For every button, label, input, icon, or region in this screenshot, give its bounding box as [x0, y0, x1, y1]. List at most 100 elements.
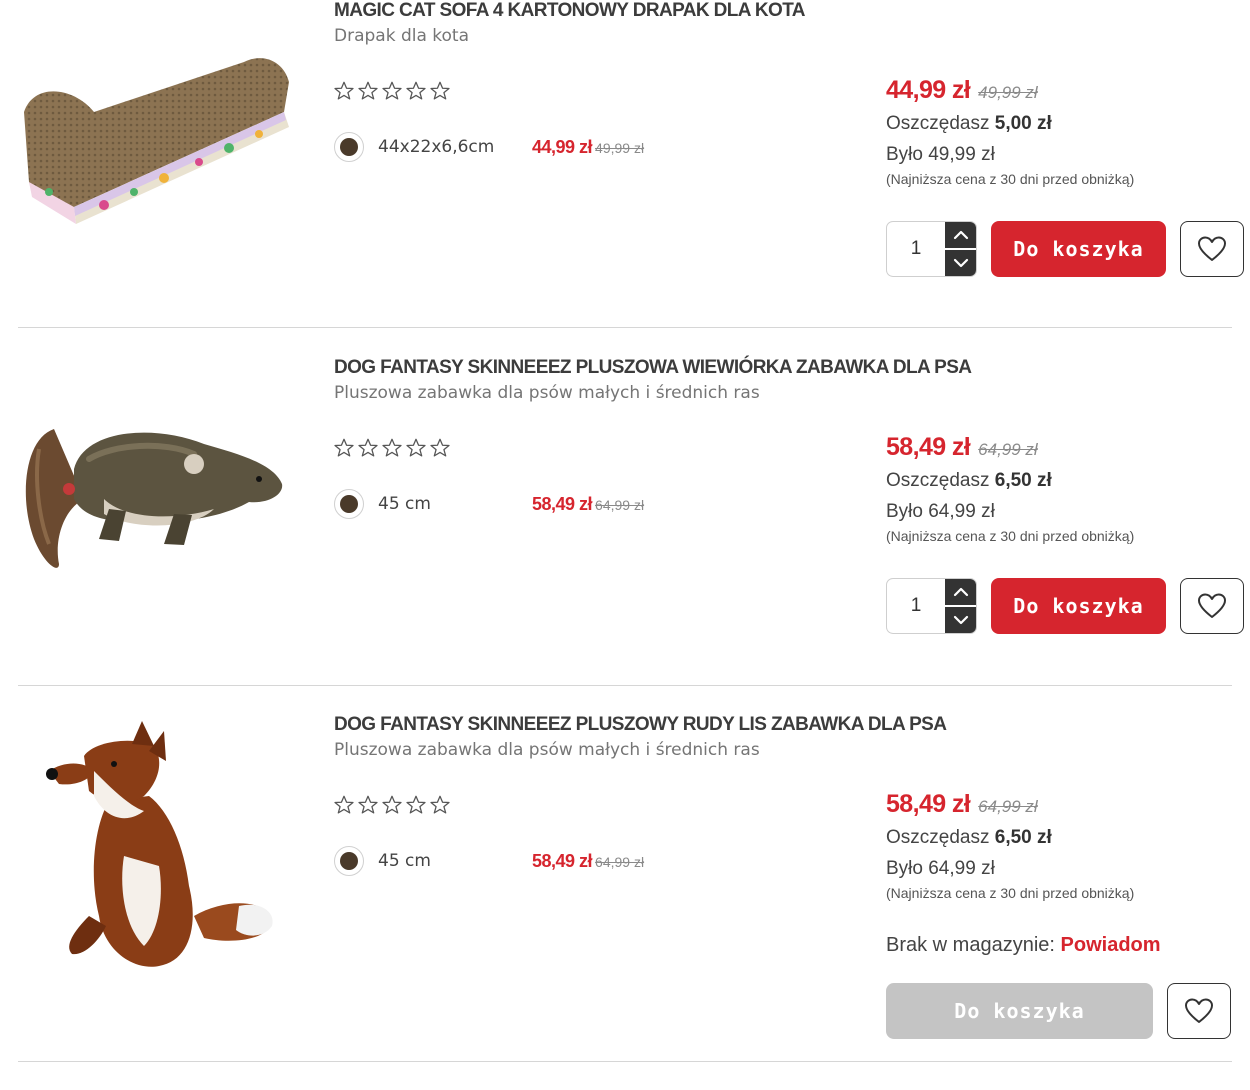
rating-stars[interactable] [333, 794, 451, 816]
price-box: 44,99 zł 49,99 zł Oszczędasz 5,00 zł Było… [886, 76, 1134, 187]
previous-price: Było 64,99 zł [886, 501, 995, 522]
product-image-fox[interactable] [14, 716, 294, 996]
variant-current-price: 44,99 zł [532, 136, 593, 157]
old-price: 64,99 zł [978, 797, 1038, 816]
notify-me-link[interactable]: Powiadom [1061, 934, 1161, 956]
variant-option[interactable]: 45 cm 58,49 zł 64,99 zł [334, 489, 644, 519]
quantity-decrease-button[interactable] [945, 607, 976, 633]
price-value: 44,99 zł [886, 76, 971, 104]
quantity-input[interactable] [887, 579, 945, 633]
star-icon [405, 437, 427, 459]
star-icon [381, 794, 403, 816]
variant-option[interactable]: 45 cm 58,49 zł 64,99 zł [334, 846, 644, 876]
price-box: 58,49 zł 64,99 zł Oszczędasz 6,50 zł Było… [886, 790, 1134, 901]
add-to-wishlist-button[interactable] [1180, 221, 1244, 277]
star-icon [333, 794, 355, 816]
star-icon [405, 794, 427, 816]
out-of-stock-notice: Brak w magazynie: Powiadom [886, 934, 1161, 957]
chevron-up-icon [953, 587, 969, 597]
lowest-price-note: (Najniższa cena z 30 dni przed obniżką) [886, 885, 1135, 901]
current-price: 58,49 zł 64,99 zł [886, 433, 1134, 462]
divider [18, 1061, 1232, 1062]
chevron-down-icon [953, 615, 969, 625]
product-title[interactable]: DOG FANTASY SKINNEEEZ PLUSZOWA WIEWIÓRKA… [334, 357, 972, 379]
savings-value: 6,50 zł [994, 470, 1052, 491]
savings-label: Oszczędasz [886, 470, 990, 491]
quantity-increase-button[interactable] [945, 579, 976, 605]
variant-radio[interactable] [334, 132, 364, 162]
product-title[interactable]: MAGIC CAT SOFA 4 KARTONOWY DRAPAK DLA KO… [334, 0, 806, 22]
product-image-cat-scratcher[interactable] [14, 2, 294, 282]
previous-price: Było 49,99 zł [886, 144, 995, 165]
price-value: 58,49 zł [886, 433, 971, 461]
old-price: 49,99 zł [978, 83, 1038, 102]
add-to-cart-button[interactable]: Do koszyka [991, 221, 1166, 277]
product-image-squirrel[interactable] [14, 359, 294, 639]
current-price: 58,49 zł 64,99 zł [886, 790, 1134, 819]
star-icon [429, 80, 451, 102]
product-title[interactable]: DOG FANTASY SKINNEEEZ PLUSZOWY RUDY LIS … [334, 714, 947, 736]
variant-current-price: 58,49 zł [532, 850, 593, 871]
price-box: 58,49 zł 64,99 zł Oszczędasz 6,50 zł Było… [886, 433, 1134, 544]
quantity-input[interactable] [887, 222, 945, 276]
savings: Oszczędasz 6,50 zł [886, 470, 1134, 492]
variant-label: 44x22x6,6cm [378, 137, 495, 157]
star-icon [357, 80, 379, 102]
variant-label: 45 cm [378, 494, 431, 514]
star-icon [381, 437, 403, 459]
add-to-wishlist-button[interactable] [1180, 578, 1244, 634]
variant-price: 58,49 zł 64,99 zł [532, 851, 644, 872]
star-icon [357, 794, 379, 816]
add-to-wishlist-button[interactable] [1167, 983, 1231, 1039]
variant-label: 45 cm [378, 851, 431, 871]
radio-selected-dot [340, 495, 358, 513]
product-subtitle: Pluszowa zabawka dla psów małych i średn… [334, 383, 760, 403]
product-card: MAGIC CAT SOFA 4 KARTONOWY DRAPAK DLA KO… [0, 0, 1250, 329]
variant-option[interactable]: 44x22x6,6cm 44,99 zł 49,99 zł [334, 132, 644, 162]
add-to-cart-button[interactable]: Do koszyka [886, 983, 1153, 1039]
product-card: DOG FANTASY SKINNEEEZ PLUSZOWY RUDY LIS … [0, 686, 1250, 1066]
rating-stars[interactable] [333, 437, 451, 459]
heart-icon [1197, 592, 1227, 620]
radio-selected-dot [340, 852, 358, 870]
star-icon [381, 80, 403, 102]
variant-price: 44,99 zł 49,99 zł [532, 137, 644, 158]
savings-value: 5,00 zł [994, 113, 1052, 134]
star-icon [357, 437, 379, 459]
variant-radio[interactable] [334, 846, 364, 876]
variant-old-price: 49,99 zł [595, 139, 645, 156]
previous-price: Było 64,99 zł [886, 858, 995, 879]
variant-old-price: 64,99 zł [595, 496, 645, 513]
lowest-price-note: (Najniższa cena z 30 dni przed obniżką) [886, 528, 1135, 544]
current-price: 44,99 zł 49,99 zł [886, 76, 1134, 105]
star-icon [333, 80, 355, 102]
star-icon [429, 794, 451, 816]
heart-icon [1197, 235, 1227, 263]
savings-label: Oszczędasz [886, 827, 990, 848]
chevron-down-icon [953, 258, 969, 268]
star-icon [429, 437, 451, 459]
radio-selected-dot [340, 138, 358, 156]
add-to-cart-button[interactable]: Do koszyka [991, 578, 1166, 634]
star-icon [333, 437, 355, 459]
old-price: 64,99 zł [978, 440, 1038, 459]
variant-price: 58,49 zł 64,99 zł [532, 494, 644, 515]
price-value: 58,49 zł [886, 790, 971, 818]
quantity-increase-button[interactable] [945, 222, 976, 248]
rating-stars[interactable] [333, 80, 451, 102]
savings: Oszczędasz 5,00 zł [886, 113, 1134, 135]
quantity-decrease-button[interactable] [945, 250, 976, 276]
lowest-price-note: (Najniższa cena z 30 dni przed obniżką) [886, 171, 1135, 187]
heart-icon [1184, 997, 1214, 1025]
variant-radio[interactable] [334, 489, 364, 519]
savings: Oszczędasz 6,50 zł [886, 827, 1134, 849]
variant-current-price: 58,49 zł [532, 493, 593, 514]
quantity-stepper[interactable] [886, 578, 977, 634]
savings-value: 6,50 zł [994, 827, 1052, 848]
chevron-up-icon [953, 230, 969, 240]
product-subtitle: Pluszowa zabawka dla psów małych i średn… [334, 740, 760, 760]
variant-old-price: 64,99 zł [595, 853, 645, 870]
star-icon [405, 80, 427, 102]
quantity-stepper[interactable] [886, 221, 977, 277]
divider [18, 327, 1232, 328]
